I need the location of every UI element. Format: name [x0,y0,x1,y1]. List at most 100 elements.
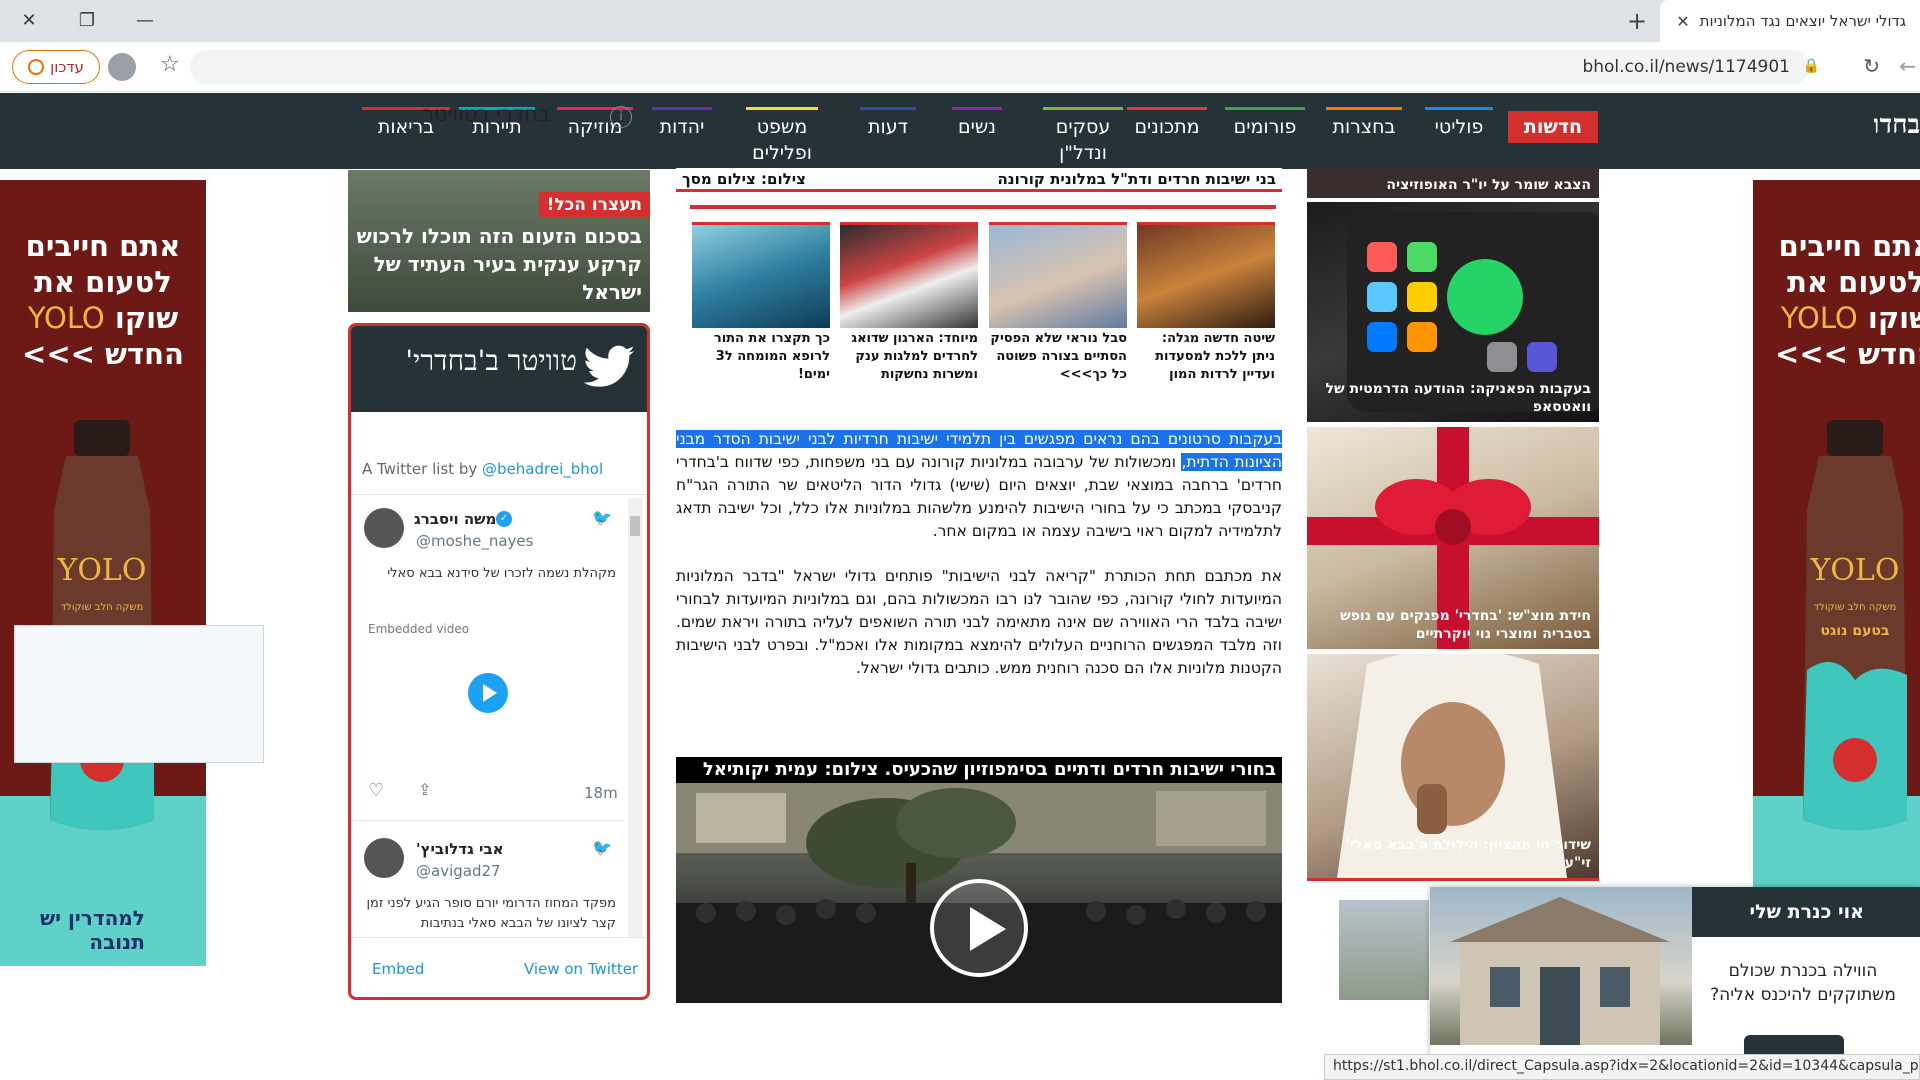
tweet-author-handle[interactable]: @avigad27 [416,862,501,880]
article-video[interactable]: בחורי ישיבות חרדים ודתיים בסימפוזיון שהכ… [676,757,1282,1003]
related-article-title[interactable]: מיוחד: הארגון שדואג לחרדים למלגות ענק ומ… [840,330,978,384]
widget-title[interactable]: אוי כנרת שלי [1692,887,1920,937]
nav-item[interactable]: מתכונים [1127,107,1207,140]
video-caption: בחורי ישיבות חרדים ודתיים בסימפוזיון שהכ… [676,757,1282,783]
tab-close-icon[interactable]: ✕ [1674,12,1692,31]
twitter-header: טוויטר ב'בחדרי' [351,326,647,412]
nav-item[interactable]: יהדות [652,107,712,140]
related-article-image[interactable] [840,222,978,328]
tweet-timestamp[interactable]: 18m [584,784,618,802]
embedded-video-alt-text: Embedded video [368,622,470,636]
tweet-text: מקהלת נשמה לזכרו של סידנא בבא סאלי [387,566,616,581]
right-news-card-top[interactable]: הצבא שומר על יו"ר האופוזיציה [1307,168,1599,198]
twitter-scrollbar[interactable] [628,498,642,938]
byline-handle-link[interactable]: @behadrei_bhol [482,460,603,478]
info-icon[interactable]: i [610,106,632,128]
side-ad-left[interactable]: אתם חייבים לטעום את שוקו YOLO החדש >>> Y… [0,180,206,966]
recommendation-widget[interactable]: אוי כנרת שלי הווילה בכנרת שכולם משתוקקים… [1430,887,1920,1080]
tweet-author-name[interactable]: משה ויסברג [414,510,496,528]
like-heart-icon[interactable]: ♡ [368,780,384,801]
nav-item[interactable]: דעות [860,107,916,140]
browser-tab[interactable]: גדולי ישראל יוצאים נגד המלוניות ✕ [1660,0,1920,42]
tweet-author-handle[interactable]: @moshe_nayes [416,532,533,550]
nav-item[interactable]: בחצרות [1326,107,1402,140]
nav-item[interactable]: פורומים [1225,107,1305,140]
address-url[interactable]: bhol.co.il/news/1174901 [1582,57,1790,77]
related-article-image[interactable] [989,222,1127,328]
right-news-caption[interactable]: שידור חי מהציון: הילולת ה'בבא סאלי' זי"ע [1315,836,1591,872]
avatar[interactable] [364,508,404,548]
divider [690,205,1276,209]
right-news-caption[interactable]: הצבא שומר על יו"ר האופוזיציה [1315,176,1591,194]
related-article-card[interactable]: סבל נוראי שלא הפסיק הסתיים בצורה פשוטה כ… [989,222,1127,384]
window-restore-icon[interactable]: ❐ [62,0,112,40]
related-article-title[interactable]: שיטה חדשה מגלה: ניתן ללכת למסעדות ועדיין… [1137,330,1275,384]
video-play-button[interactable] [930,879,1028,977]
bottle-brand: YOLO [1810,553,1900,588]
right-news-caption[interactable]: בעקבות הפאניקה: ההודעה הדרמטית של וואטסא… [1315,380,1592,416]
divider [351,820,623,821]
right-news-card[interactable]: חידת מוצ"ש: 'בחדרי' מפנקים עם נופש בטברי… [1307,427,1599,649]
ad-bottle-image: YOLO משקה חלב שוקולד בטעם נוגט [1803,420,1907,830]
side-ad-right[interactable]: אתם חייבים לטעום את שוקו YOLO החדש >>> Y… [1753,180,1920,966]
update-button[interactable]: עדכון [12,50,100,84]
window-minimize-icon[interactable]: — [120,0,170,40]
video-play-icon[interactable] [468,673,508,713]
video-thumbnail[interactable] [676,783,1282,1003]
divider [351,937,647,938]
tweet-author-name[interactable]: אבי גדלוביץ' [416,840,504,858]
right-news-card[interactable]: בעקבות הפאניקה: ההודעה הדרמטית של וואטסא… [1307,202,1599,422]
reload-icon[interactable]: ↻ [1863,54,1880,78]
status-bar-url: https://st1.bhol.co.il/direct_Capsula.as… [1324,1054,1920,1080]
bookmark-star-icon[interactable]: ☆ [160,52,180,77]
ad-headline-line1: אתם חייבים [25,229,181,263]
view-on-twitter-link[interactable]: View on Twitter [524,960,638,978]
image-caption: בני ישיבות חרדים ודת"ל במלונית קורונה צי… [676,168,1282,192]
scrollbar-thumb[interactable] [630,516,640,536]
ad-brand-line1: למהדרין יש [40,906,145,930]
twitter-header-title: טוויטר ב'בחדרי' [405,344,577,377]
update-label: עדכון [50,58,84,76]
back-arrow-icon[interactable]: ← [1899,54,1916,78]
nav-item[interactable]: פוליטי [1425,107,1493,140]
bottle-flavor: בטעם נוגט [1821,623,1890,639]
embed-link[interactable]: Embed [372,960,424,978]
promo-card[interactable]: תעצרו הכל! בסכום הזעום הזה תוכלו לרכוש ק… [348,170,650,312]
right-news-card[interactable]: שידור חי מהציון: הילולת ה'בבא סאלי' זי"ע [1307,654,1599,878]
related-article-title[interactable]: כך תקצרו את התור לרופא המומחה ל3 ימים! [692,330,830,384]
tab-title: גדולי ישראל יוצאים נגד המלוניות [1699,12,1906,30]
promo-headline[interactable]: בסכום הזעום הזה תוכלו לרכוש קרקע ענקית ב… [352,222,642,306]
right-news-caption[interactable]: חידת מוצ"ש: 'בחדרי' מפנקים עם נופש בטברי… [1315,607,1591,643]
related-article-image[interactable] [1137,222,1275,328]
ad-headline-line2: לטעום את [1787,265,1920,299]
widget-villa-image[interactable] [1430,887,1692,1045]
site-logo[interactable]: בחדרים [1874,112,1920,164]
avatar[interactable] [364,838,404,878]
twitter-bird-small-icon[interactable]: 🐦 [592,838,612,857]
nav-item[interactable]: נשים [952,107,1002,140]
villa-image [1450,897,1670,1045]
nav-item[interactable]: חדשות [1508,111,1598,143]
related-article-image[interactable] [692,222,830,328]
window-close-icon[interactable]: ✕ [4,0,54,40]
new-tab-button[interactable]: + [1622,6,1652,36]
promo-label: תעצרו הכל! [538,192,650,218]
tweet-embedded-video[interactable] [14,625,264,763]
widget-side-thumbnail[interactable] [1339,900,1429,1000]
ad-headline-line4: החדש >>> [22,337,184,371]
nav-item[interactable]: משפט ופלילים [746,107,818,166]
profile-avatar-icon[interactable] [108,53,136,81]
related-article-card[interactable]: שיטה חדשה מגלה: ניתן ללכת למסעדות ועדיין… [1137,222,1275,384]
widget-read-more-button[interactable] [1744,1035,1844,1055]
related-article-title[interactable]: סבל נוראי שלא הפסיק הסתיים בצורה פשוטה כ… [989,330,1127,384]
article-body: בעקבות סרטונים בהם נראים מפגשים בין תלמי… [676,428,1282,702]
ad-headline-line3: שוקו YOLO [0,300,206,336]
ad-brand-line2: תנובה [89,930,145,954]
widget-text[interactable]: הווילה בכנרת שכולם משתוקקים להיכנס אליה? [1692,959,1914,1007]
nav-item[interactable]: עסקים ונדל"ן [1043,107,1123,166]
twitter-bird-small-icon[interactable]: 🐦 [592,508,612,527]
share-icon[interactable]: ⇪ [418,780,431,799]
address-bar[interactable] [190,50,1810,84]
related-article-card[interactable]: מיוחד: הארגון שדואג לחרדים למלגות ענק ומ… [840,222,978,384]
related-article-card[interactable]: כך תקצרו את התור לרופא המומחה ל3 ימים! [692,222,830,384]
